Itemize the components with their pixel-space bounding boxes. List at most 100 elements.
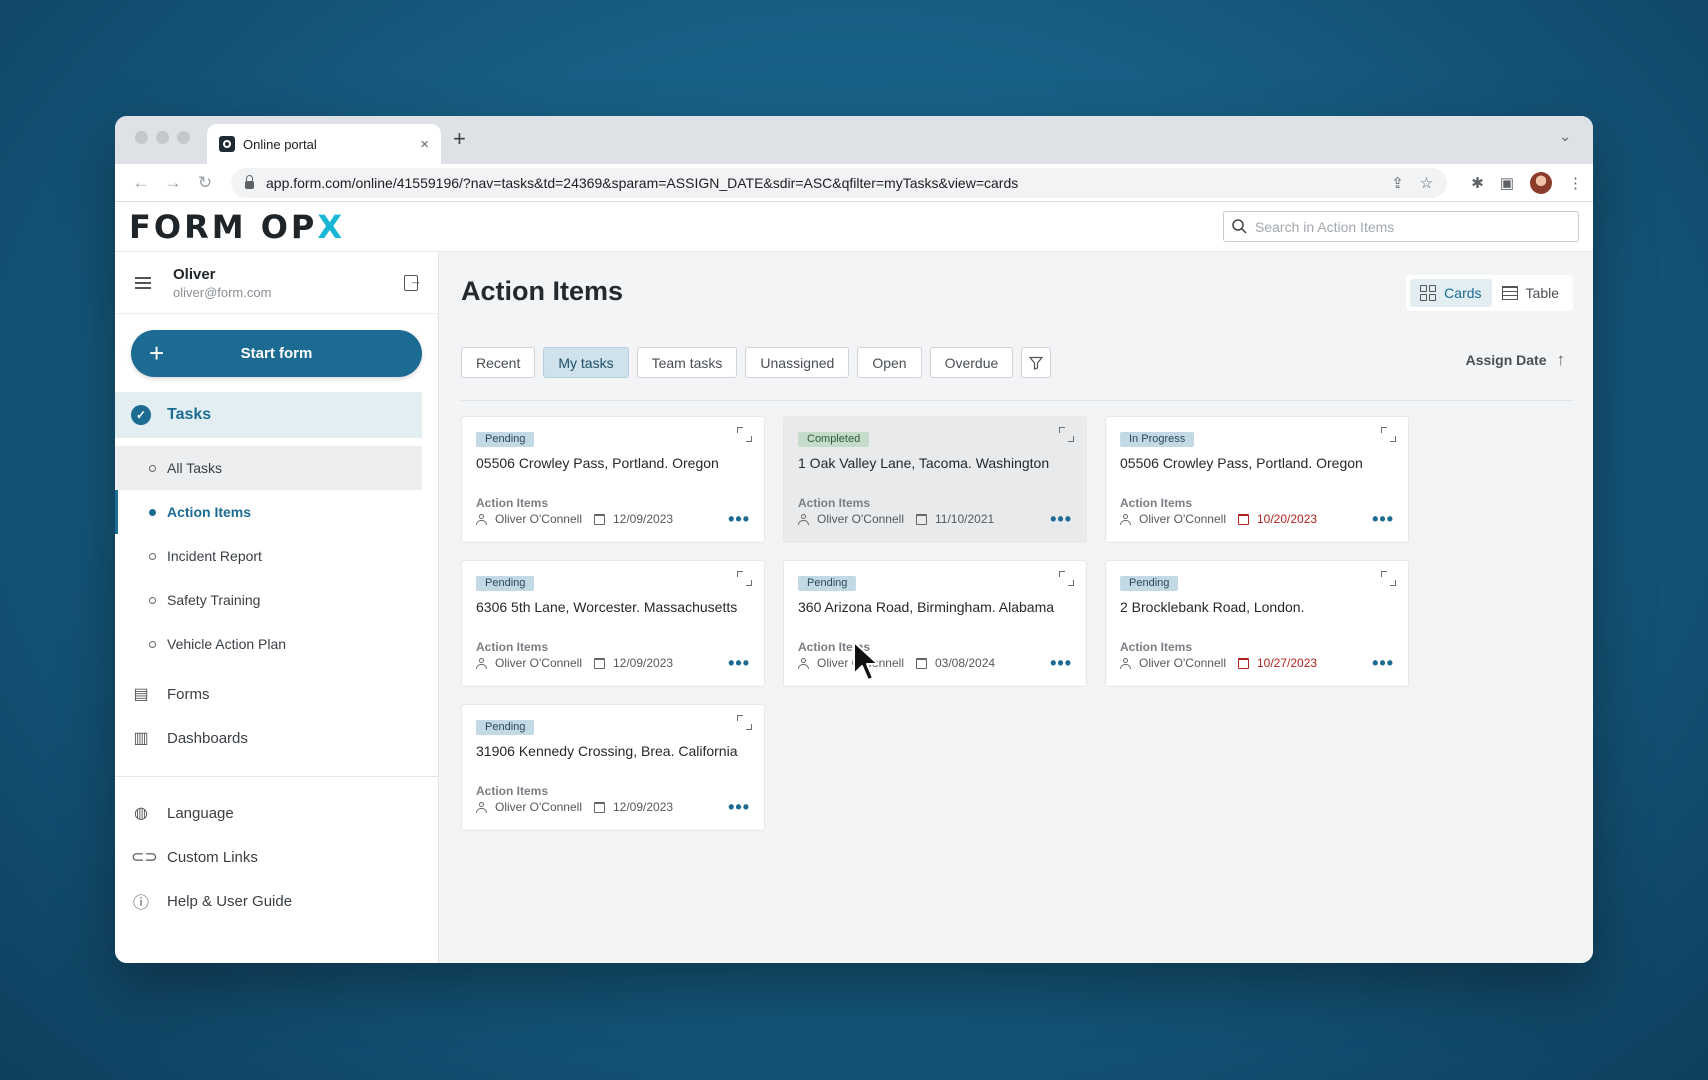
more-options-icon[interactable]: ••• — [728, 510, 750, 528]
card-date: 10/27/2023 — [1257, 656, 1318, 670]
calendar-icon — [916, 513, 927, 525]
advanced-filter-button[interactable] — [1021, 347, 1052, 378]
card-title: 2 Brocklebank Road, London. — [1120, 599, 1305, 615]
expand-icon[interactable] — [1059, 427, 1074, 442]
sidebar-item-dashboards[interactable]: ▥ Dashboards — [115, 716, 438, 760]
sidebar-item-label: Action Items — [167, 504, 252, 520]
sidebar-item-vehicle-action-plan[interactable]: Vehicle Action Plan — [115, 622, 422, 666]
more-options-icon[interactable]: ••• — [1372, 654, 1394, 672]
expand-icon[interactable] — [1059, 571, 1074, 586]
expand-icon[interactable] — [1381, 427, 1396, 442]
more-options-icon[interactable]: ••• — [728, 798, 750, 816]
card-assignee: Oliver O'Connell — [1139, 656, 1226, 670]
sidebar-item-safety-training[interactable]: Safety Training — [115, 578, 422, 622]
hamburger-menu-icon[interactable] — [135, 274, 151, 292]
status-badge: Pending — [476, 432, 535, 447]
search-box[interactable] — [1223, 211, 1579, 242]
sidebar-item-label: Custom Links — [167, 848, 258, 866]
status-badge: Pending — [1120, 576, 1179, 591]
form-opx-logo[interactable]: FORM OPX — [129, 208, 1223, 246]
filter-unassigned[interactable]: Unassigned — [745, 347, 850, 378]
more-options-icon[interactable]: ••• — [1050, 510, 1072, 528]
task-card[interactable]: In Progress 05506 Crowley Pass, Portland… — [1105, 416, 1409, 543]
bullet-icon — [149, 596, 156, 604]
sidebar-item-custom-links[interactable]: ⊂⊃ Custom Links — [115, 835, 438, 879]
calendar-icon — [1238, 657, 1249, 669]
expand-icon[interactable] — [737, 427, 752, 442]
view-toggle: Cards Table — [1406, 275, 1573, 311]
address-bar[interactable]: app.form.com/online/41559196/?nav=tasks&… — [231, 167, 1448, 198]
card-date: 12/09/2023 — [613, 656, 674, 670]
sidebar-item-forms[interactable]: ▤ Forms — [115, 672, 438, 716]
expand-icon[interactable] — [1381, 571, 1396, 586]
minimize-window-dot[interactable] — [156, 131, 169, 144]
search-input[interactable] — [1255, 218, 1570, 235]
sidebar-item-incident-report[interactable]: Incident Report — [115, 534, 422, 578]
card-title: 1 Oak Valley Lane, Tacoma. Washington — [798, 455, 1050, 471]
sort-label: Assign Date — [1465, 352, 1547, 368]
filter-recent[interactable]: Recent — [461, 347, 536, 378]
browser-menu-icon[interactable]: ⋮ — [1568, 174, 1583, 192]
sidebar-item-tasks[interactable]: ✓ Tasks — [115, 392, 422, 438]
forward-arrow-icon[interactable]: → — [157, 173, 189, 193]
sidebar-item-help[interactable]: ⓘ Help & User Guide — [115, 879, 438, 923]
sidebar-item-language[interactable]: ◍ Language — [115, 791, 438, 835]
sort-arrow-up-icon[interactable]: ↑ — [1557, 350, 1566, 370]
card-date: 03/08/2024 — [935, 656, 996, 670]
card-type: Action Items — [1120, 496, 1193, 510]
logo-text: FORM OP — [129, 207, 318, 246]
sidebar-item-all-tasks[interactable]: All Tasks — [115, 446, 422, 490]
sidebar-item-label: All Tasks — [167, 460, 222, 476]
filter-open[interactable]: Open — [857, 347, 922, 378]
check-circle-icon: ✓ — [131, 405, 151, 425]
expand-icon[interactable] — [737, 571, 752, 586]
bookmark-star-icon[interactable]: ☆ — [1420, 174, 1433, 192]
reload-icon[interactable]: ↻ — [189, 173, 221, 193]
status-badge: Completed — [798, 432, 870, 447]
card-type: Action Items — [476, 496, 549, 510]
new-tab-button[interactable]: + — [453, 126, 466, 152]
person-icon — [476, 513, 487, 525]
logout-icon[interactable] — [404, 273, 422, 291]
calendar-icon — [594, 657, 605, 669]
expand-icon[interactable] — [737, 715, 752, 730]
start-form-button[interactable]: + Start form — [131, 330, 422, 377]
task-card[interactable]: Pending 2 Brocklebank Road, London. Acti… — [1105, 560, 1409, 687]
sidebar-item-label: Safety Training — [167, 592, 261, 608]
person-icon — [798, 657, 809, 669]
more-options-icon[interactable]: ••• — [728, 654, 750, 672]
sidebar-item-label: Help & User Guide — [167, 892, 293, 910]
table-view-button[interactable]: Table — [1492, 279, 1569, 307]
share-icon[interactable]: ⇪ — [1391, 174, 1404, 192]
tab-close-icon[interactable]: × — [420, 136, 429, 153]
task-card[interactable]: Completed 1 Oak Valley Lane, Tacoma. Was… — [783, 416, 1087, 543]
more-options-icon[interactable]: ••• — [1372, 510, 1394, 528]
close-window-dot[interactable] — [135, 131, 148, 144]
filter-overdue[interactable]: Overdue — [929, 347, 1014, 378]
link-icon: ⊂⊃ — [131, 849, 158, 866]
sidebar-item-action-items[interactable]: Action Items — [115, 490, 422, 534]
task-card[interactable]: Pending 360 Arizona Road, Birmingham. Al… — [783, 560, 1087, 687]
mouse-pointer-icon — [853, 641, 879, 681]
maximize-window-dot[interactable] — [177, 131, 190, 144]
search-icon — [1232, 219, 1247, 234]
tab-list-chevron-icon[interactable]: ⌄ — [1559, 128, 1571, 145]
task-card[interactable]: Pending 05506 Crowley Pass, Portland. Or… — [461, 416, 765, 543]
person-icon — [476, 801, 487, 813]
profile-avatar[interactable] — [1530, 171, 1552, 194]
filter-bar: Recent My tasks Team tasks Unassigned Op… — [461, 347, 1052, 378]
url-text[interactable]: app.form.com/online/41559196/?nav=tasks&… — [266, 175, 1391, 191]
more-options-icon[interactable]: ••• — [1050, 654, 1072, 672]
back-arrow-icon[interactable]: ← — [125, 173, 157, 193]
task-card[interactable]: Pending 31906 Kennedy Crossing, Brea. Ca… — [461, 704, 765, 831]
extensions-puzzle-icon[interactable]: ✱ — [1471, 174, 1484, 192]
browser-tab[interactable]: Online portal × — [207, 124, 441, 164]
task-card[interactable]: Pending 6306 5th Lane, Worcester. Massac… — [461, 560, 765, 687]
lock-icon — [245, 174, 254, 189]
card-assignee: Oliver O'Connell — [495, 656, 582, 670]
filter-my-tasks[interactable]: My tasks — [543, 347, 629, 378]
filter-team-tasks[interactable]: Team tasks — [636, 347, 738, 378]
sort-control[interactable]: Assign Date ↑ — [1466, 350, 1565, 370]
side-panel-icon[interactable]: ▣ — [1500, 174, 1514, 192]
cards-view-button[interactable]: Cards — [1410, 279, 1492, 307]
